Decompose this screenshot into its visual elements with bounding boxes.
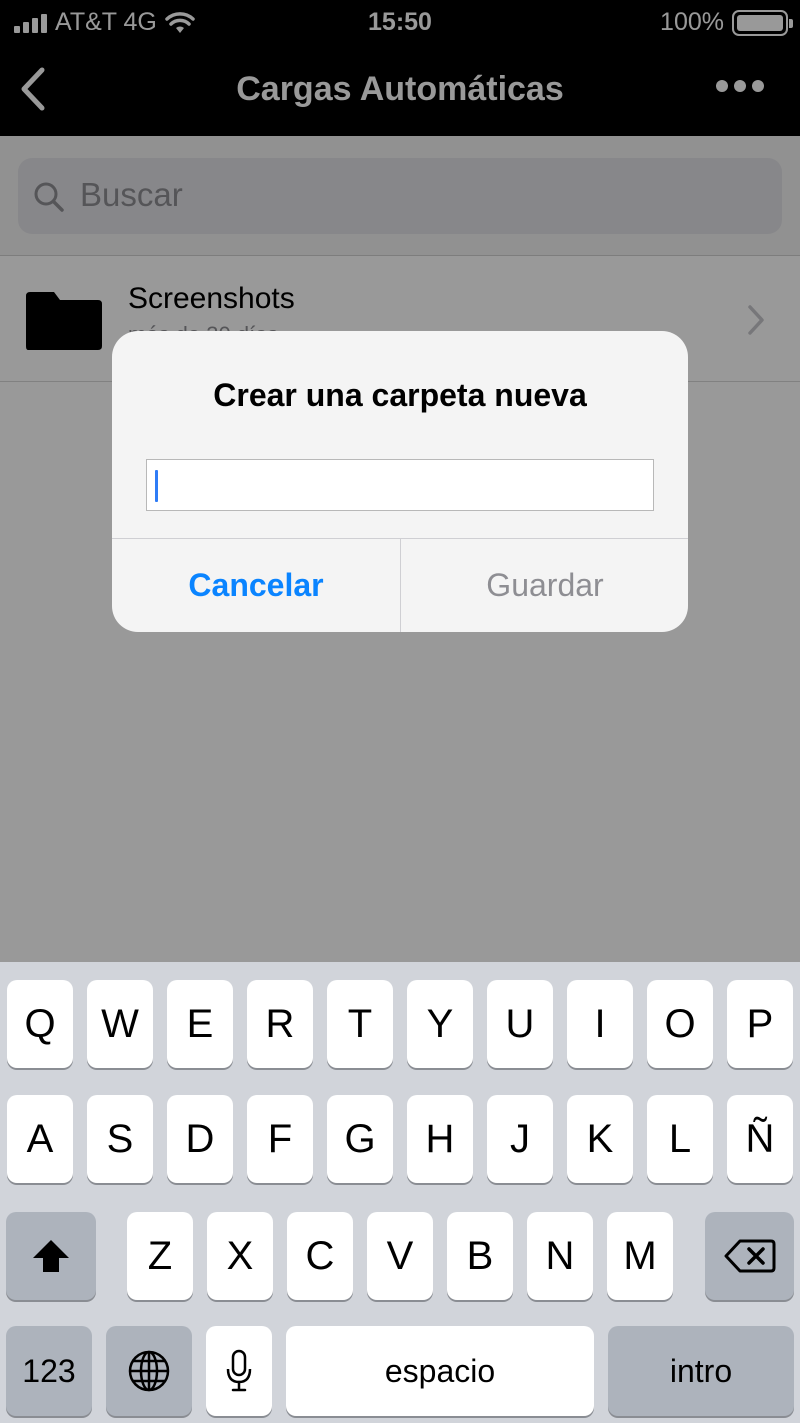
shift-key[interactable] xyxy=(6,1212,96,1300)
key-p[interactable]: P xyxy=(727,980,793,1068)
key-e[interactable]: E xyxy=(167,980,233,1068)
key-i[interactable]: I xyxy=(567,980,633,1068)
space-key[interactable]: espacio xyxy=(286,1326,594,1416)
key-k[interactable]: K xyxy=(567,1095,633,1183)
key-y[interactable]: Y xyxy=(407,980,473,1068)
globe-icon xyxy=(128,1350,170,1392)
save-button[interactable]: Guardar xyxy=(401,539,688,632)
key-u[interactable]: U xyxy=(487,980,553,1068)
key-o[interactable]: O xyxy=(647,980,713,1068)
key-q[interactable]: Q xyxy=(7,980,73,1068)
keyboard: QWERTYUIOP ASDFGHJKLÑ ZXCVBNM 123 espaci… xyxy=(0,962,800,1423)
shift-icon xyxy=(33,1240,69,1272)
key-a[interactable]: A xyxy=(7,1095,73,1183)
key-ñ[interactable]: Ñ xyxy=(727,1095,793,1183)
dialog-title: Crear una carpeta nueva xyxy=(213,377,587,413)
microphone-key[interactable] xyxy=(206,1326,272,1416)
key-r[interactable]: R xyxy=(247,980,313,1068)
numbers-key[interactable]: 123 xyxy=(6,1326,92,1416)
key-t[interactable]: T xyxy=(327,980,393,1068)
key-n[interactable]: N xyxy=(527,1212,593,1300)
key-b[interactable]: B xyxy=(447,1212,513,1300)
key-h[interactable]: H xyxy=(407,1095,473,1183)
text-caret xyxy=(155,470,158,502)
key-d[interactable]: D xyxy=(167,1095,233,1183)
create-folder-dialog: Crear una carpeta nueva Cancelar Guardar xyxy=(112,331,688,632)
cancel-button[interactable]: Cancelar xyxy=(112,539,400,632)
backspace-icon xyxy=(724,1239,775,1273)
globe-key[interactable] xyxy=(106,1326,192,1416)
microphone-icon xyxy=(226,1349,252,1392)
key-v[interactable]: V xyxy=(367,1212,433,1300)
folder-name-field[interactable] xyxy=(146,459,654,511)
key-l[interactable]: L xyxy=(647,1095,713,1183)
return-key[interactable]: intro xyxy=(608,1326,794,1416)
key-x[interactable]: X xyxy=(207,1212,273,1300)
key-g[interactable]: G xyxy=(327,1095,393,1183)
key-j[interactable]: J xyxy=(487,1095,553,1183)
key-m[interactable]: M xyxy=(607,1212,673,1300)
key-w[interactable]: W xyxy=(87,980,153,1068)
key-s[interactable]: S xyxy=(87,1095,153,1183)
backspace-key[interactable] xyxy=(705,1212,794,1300)
key-f[interactable]: F xyxy=(247,1095,313,1183)
key-z[interactable]: Z xyxy=(127,1212,193,1300)
key-c[interactable]: C xyxy=(287,1212,353,1300)
